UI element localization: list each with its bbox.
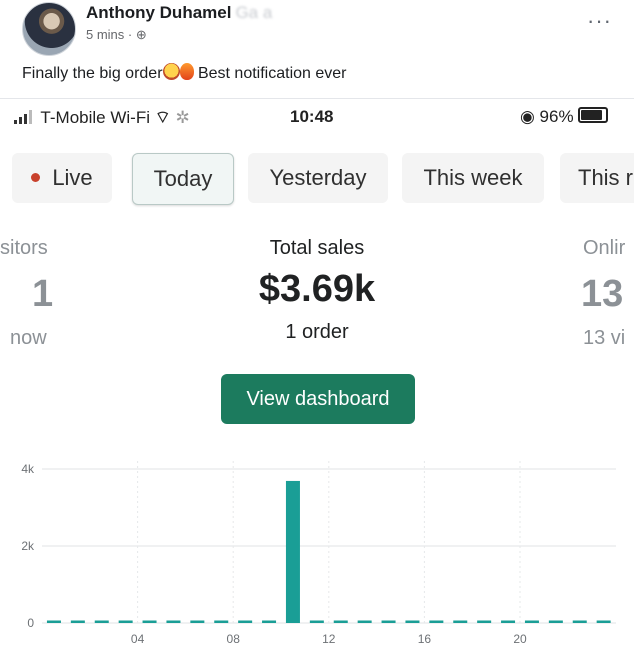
metric-orders-count: 1 order bbox=[285, 321, 349, 343]
chart-bar[interactable] bbox=[596, 620, 611, 624]
author-avatar[interactable] bbox=[22, 2, 76, 56]
chart-bar[interactable] bbox=[142, 620, 157, 624]
chart-bar[interactable] bbox=[333, 620, 348, 624]
chart-bar[interactable] bbox=[429, 620, 444, 624]
x-tick-label: 16 bbox=[418, 632, 432, 646]
metric-online-value: 13 bbox=[581, 273, 624, 315]
screenshot-image[interactable]: T-Mobile Wi-Fi ⌔ ✲ 10:48 ◉ 96% Live Toda… bbox=[0, 98, 634, 654]
battery-percent: ◉ 96% bbox=[520, 107, 574, 126]
chart-bar[interactable] bbox=[524, 620, 539, 624]
y-tick-label: 0 bbox=[27, 616, 34, 630]
chart-bar[interactable] bbox=[214, 620, 229, 624]
date-range-tabs: Live Today Yesterday This week This r bbox=[0, 153, 634, 207]
chart-bar[interactable] bbox=[190, 620, 205, 624]
metric-visitors-sub: now bbox=[10, 327, 47, 349]
chart-bar[interactable] bbox=[94, 620, 109, 624]
live-dot-icon bbox=[31, 173, 41, 182]
more-options-button[interactable]: ··· bbox=[587, 8, 612, 34]
tab-this-month[interactable]: This r bbox=[560, 153, 634, 203]
chart-bar[interactable] bbox=[238, 620, 253, 624]
sales-chart: 0 2k 4k 04 08 12 16 20 bbox=[21, 461, 616, 646]
metric-online: Onlir 13 13 vi bbox=[578, 237, 634, 367]
metric-visitors-label: sitors bbox=[0, 237, 48, 259]
tab-today[interactable]: Today bbox=[132, 153, 234, 205]
tab-this-week-label: This week bbox=[423, 165, 523, 190]
metric-online-label: Onlir bbox=[583, 237, 626, 259]
metric-online-sub: 13 vi bbox=[583, 327, 626, 349]
chart-bar[interactable] bbox=[501, 620, 516, 624]
post-header: Anthony Duhamel Ga a 5 mins · ⊕ ··· bbox=[0, 0, 634, 58]
metric-total-sales: Total sales $3.69k 1 order bbox=[190, 237, 444, 344]
tab-today-label: Today bbox=[153, 166, 213, 191]
status-right: ◉ 96% bbox=[520, 107, 608, 127]
tab-yesterday-label: Yesterday bbox=[269, 165, 367, 190]
tab-this-week[interactable]: This week bbox=[402, 153, 544, 203]
metric-visitors-value: 1 bbox=[32, 273, 54, 315]
metric-total-sales-value: $3.69k bbox=[258, 268, 376, 310]
carrier-label: T-Mobile Wi-Fi bbox=[40, 108, 150, 127]
caption-text-1: Finally the big order bbox=[22, 65, 163, 82]
x-tick-label: 04 bbox=[131, 632, 145, 646]
star-struck-icon bbox=[162, 63, 180, 80]
chart-bar[interactable] bbox=[572, 620, 587, 624]
signal-icon bbox=[14, 110, 36, 124]
author-name[interactable]: Anthony Duhamel bbox=[86, 3, 231, 22]
tab-live[interactable]: Live bbox=[12, 153, 112, 203]
tab-yesterday[interactable]: Yesterday bbox=[248, 153, 388, 203]
chart-bar[interactable] bbox=[357, 620, 372, 624]
post-caption: Finally the big order Best notification … bbox=[22, 63, 346, 83]
author-name-suffix: Ga a bbox=[235, 3, 273, 22]
status-left: T-Mobile Wi-Fi ⌔ ✲ bbox=[14, 107, 190, 128]
chart-bar[interactable] bbox=[477, 620, 492, 624]
view-dashboard-button[interactable]: View dashboard bbox=[221, 374, 415, 424]
wifi-icon: ⌔ bbox=[154, 108, 171, 127]
x-tick-label: 20 bbox=[513, 632, 527, 646]
tab-this-month-label: This r bbox=[578, 165, 633, 190]
author-name-link[interactable]: Anthony Duhamel Ga a bbox=[86, 3, 272, 23]
loading-icon: ✲ bbox=[175, 108, 190, 127]
status-time: 10:48 bbox=[290, 107, 334, 126]
chart-bar[interactable] bbox=[46, 620, 61, 624]
phone-status-bar: T-Mobile Wi-Fi ⌔ ✲ 10:48 ◉ 96% bbox=[0, 99, 634, 133]
chart-bar[interactable] bbox=[166, 620, 181, 624]
metric-total-sales-label: Total sales bbox=[269, 237, 365, 259]
chart-bar[interactable] bbox=[405, 620, 420, 624]
chart-bar[interactable] bbox=[70, 620, 85, 624]
x-tick-label: 12 bbox=[322, 632, 336, 646]
battery-icon bbox=[577, 107, 608, 123]
chart-bar[interactable] bbox=[309, 620, 324, 624]
chart-bar[interactable] bbox=[262, 620, 277, 624]
chart-bar[interactable] bbox=[381, 620, 396, 624]
post-meta[interactable]: 5 mins · ⊕ bbox=[86, 27, 147, 43]
y-tick-label: 2k bbox=[21, 539, 35, 553]
chart-bar[interactable] bbox=[548, 620, 563, 624]
chart-bar[interactable] bbox=[118, 620, 133, 624]
y-tick-label: 4k bbox=[21, 462, 35, 476]
caption-text-2: Best notification ever bbox=[193, 65, 347, 82]
chart-bar[interactable] bbox=[285, 480, 300, 623]
chart-bar[interactable] bbox=[453, 620, 468, 624]
metric-visitors: sitors 1 now bbox=[0, 237, 70, 367]
fire-icon bbox=[179, 63, 194, 80]
tab-live-label: Live bbox=[52, 165, 93, 190]
x-tick-label: 08 bbox=[227, 632, 241, 646]
